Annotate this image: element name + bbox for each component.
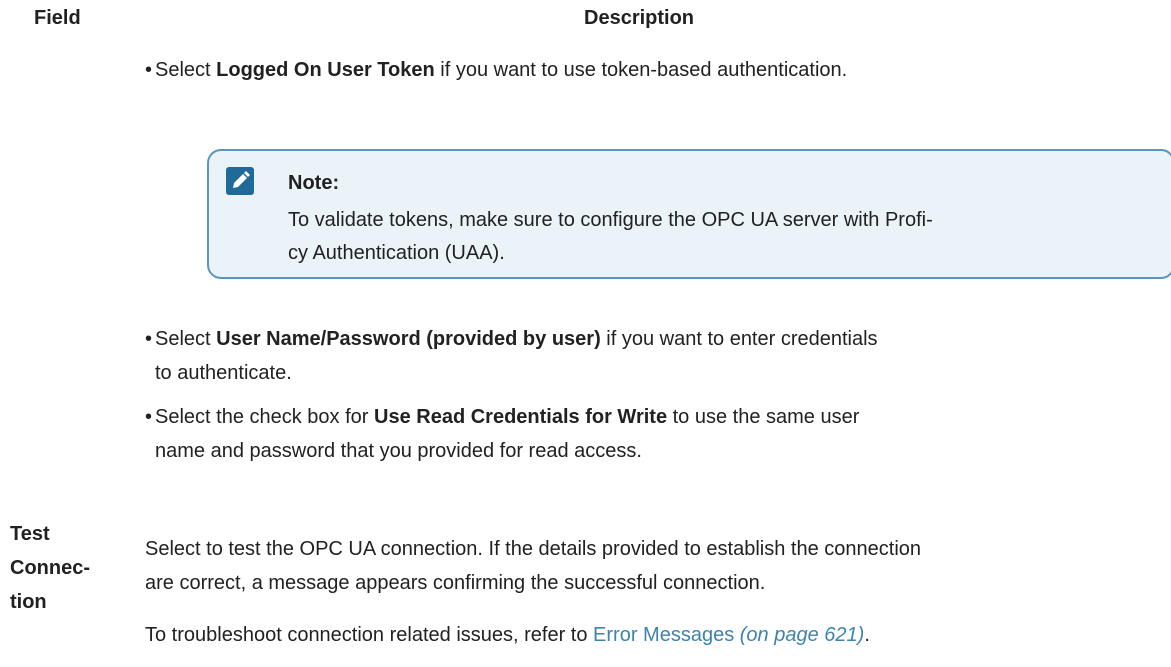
note-title: Note: [288,172,340,194]
error-messages-link[interactable]: Error Messages [593,624,734,646]
bullet-text: to use the same user [667,406,860,428]
description-line: Select to test the OPC UA connection. If… [145,538,922,560]
bullet-text: Select [155,328,217,350]
test-connection-description: Select to test the OPC UA connection. If… [145,532,1165,600]
field-label-test-connection: Test Connec- tion [10,517,90,619]
page-reference[interactable]: (on page 621) [740,624,865,646]
bullet-user-name-password: • Select User Name/Password (provided by … [145,322,1145,390]
note-body: To validate tokens, make sure to configu… [288,204,1048,270]
bullet-option-name: User Name/Password (provided by user) [216,328,601,350]
column-header-description: Description [584,7,695,29]
pencil-note-icon [226,167,254,195]
field-label-line: Connec- [10,557,90,579]
bullet-text: if you want to use token-based authentic… [434,59,848,81]
bullet-dot: • [145,59,153,81]
bullet-dot: • [145,406,153,428]
description-text: To troubleshoot connection related issue… [145,624,594,646]
note-box: Note: To validate tokens, make sure to c… [207,149,1171,279]
bullet-text: Select [155,59,217,81]
note-line: To validate tokens, make sure to configu… [288,209,933,231]
column-header-field: Field [34,7,81,29]
description-line: are correct, a message appears confirmin… [145,572,766,594]
bullet-text: name and password that you provided for … [155,440,642,462]
description-text: . [864,624,870,646]
bullet-text: to authenticate. [155,362,292,384]
field-label-line: Test [10,523,50,545]
note-line: cy Authentication (UAA). [288,242,505,264]
troubleshoot-paragraph: To troubleshoot connection related issue… [145,618,1165,652]
bullet-text: if you want to enter credentials [600,328,878,350]
bullet-option-name: Use Read Credentials for Write [374,406,668,428]
bullet-text: Select the check box for [155,406,375,428]
bullet-dot: • [145,328,153,350]
bullet-use-read-credentials: • Select the check box for Use Read Crede… [145,400,1145,468]
field-label-line: tion [10,591,47,613]
bullet-logged-on-user-token: • Select Logged On User Token if you want… [145,53,1145,87]
bullet-option-name: Logged On User Token [216,59,435,81]
